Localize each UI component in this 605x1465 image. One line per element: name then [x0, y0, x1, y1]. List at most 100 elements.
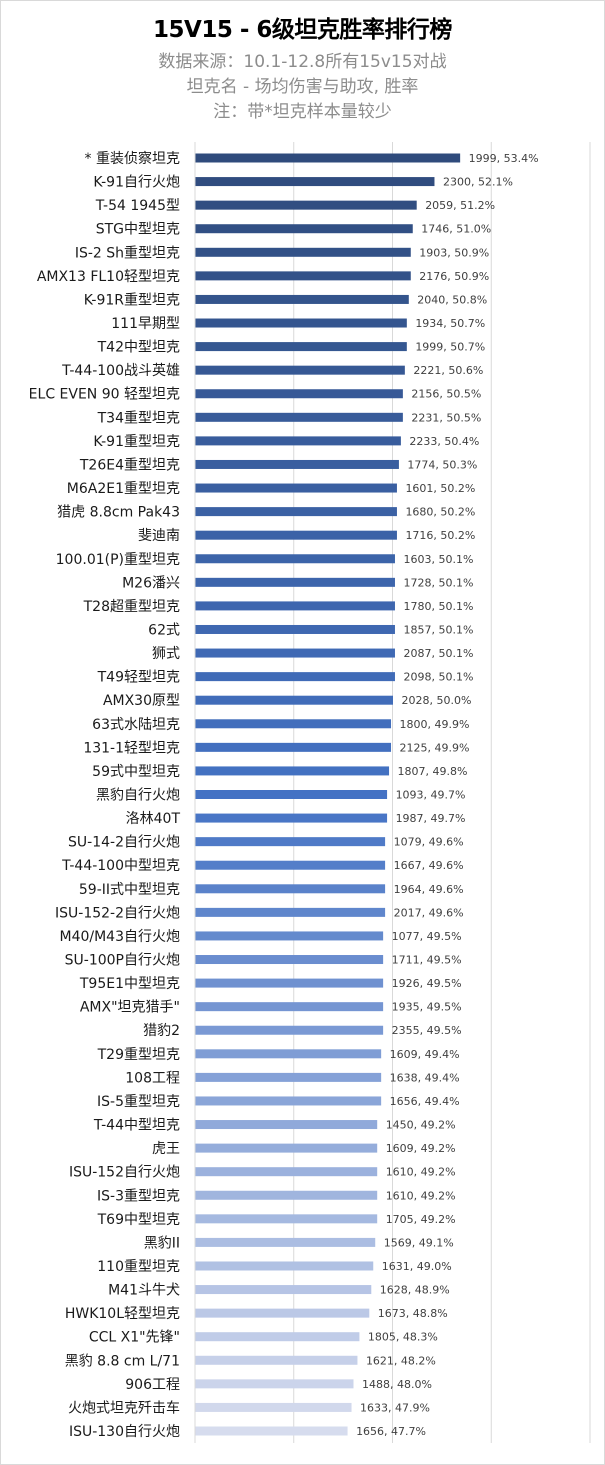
data-label: 1631, 49.0% [382, 1260, 452, 1273]
bar [195, 294, 409, 304]
bar [195, 1285, 372, 1295]
bar [195, 1143, 378, 1153]
category-label: STG中型坦克 [96, 222, 180, 238]
bar [195, 695, 393, 705]
category-label: 62式 [148, 622, 180, 638]
category-label: T95E1中型坦克 [79, 976, 180, 992]
bar [195, 837, 386, 847]
category-label: T26E4重型坦克 [79, 457, 180, 473]
bar [195, 1426, 348, 1436]
bar [195, 389, 403, 399]
data-label: 2028, 50.0% [402, 694, 472, 707]
category-label: T49轻型坦克 [97, 670, 180, 686]
data-label: 1987, 49.7% [396, 812, 466, 825]
category-label: 59式中型坦克 [92, 764, 180, 780]
category-label: 火炮式坦克歼击车 [68, 1399, 180, 1416]
bar-chart: * 重装侦察坦克 K-91自行火炮 T-54 1945型 STG中型坦克 IS-2 Sh… [29, 142, 591, 1443]
category-labels: * 重装侦察坦克 K-91自行火炮 T-54 1945型 STG中型坦克 IS-2 Sh… [29, 150, 181, 1440]
data-label: 1603, 50.1% [403, 553, 473, 566]
bar [195, 271, 411, 281]
category-label: M6A2E1重型坦克 [67, 481, 180, 497]
bar [195, 200, 417, 210]
category-label: 100.01(P)重型坦克 [56, 552, 180, 568]
data-label: 1609, 49.4% [390, 1048, 460, 1061]
category-label: T34重型坦克 [97, 410, 180, 426]
bar [195, 153, 461, 163]
bar [195, 483, 397, 493]
data-label: 1934, 50.7% [415, 317, 485, 330]
category-label: 狮式 [152, 646, 180, 662]
category-label: M40/M43自行火炮 [59, 929, 180, 945]
bar [195, 554, 395, 564]
category-label: AMX"坦克猎手" [80, 1000, 180, 1016]
bar [195, 955, 384, 965]
data-label: 1807, 49.8% [398, 765, 468, 778]
category-label: 131-1轻型坦克 [83, 740, 180, 756]
bar [195, 1355, 358, 1365]
bar [195, 342, 407, 352]
category-label: ISU-152自行火炮 [69, 1165, 180, 1181]
category-label: 906工程 [125, 1377, 180, 1393]
category-label: AMX13 FL10轻型坦克 [37, 269, 180, 285]
data-label: 1800, 49.9% [400, 718, 470, 731]
data-label: 2355, 49.5% [392, 1024, 462, 1037]
bar [195, 931, 384, 941]
data-label: 2087, 50.1% [403, 647, 473, 660]
category-label: T-44中型坦克 [93, 1118, 180, 1134]
bar [195, 1072, 382, 1082]
bar [195, 177, 435, 187]
category-label: 63式水陆坦克 [92, 717, 180, 733]
bar [195, 1120, 378, 1130]
category-label: 59-II式中型坦克 [79, 882, 180, 898]
bar [195, 648, 395, 658]
category-label: T-44-100中型坦克 [61, 858, 180, 874]
bar [195, 766, 390, 776]
data-label: 1633, 47.9% [360, 1401, 430, 1414]
category-label: T-44-100战斗英雄 [61, 362, 180, 379]
category-label: K-91自行火炮 [93, 175, 180, 191]
bar [195, 860, 386, 870]
data-label: 1746, 51.0% [421, 223, 491, 236]
data-label: 1610, 49.2% [386, 1189, 456, 1202]
category-label: AMX30原型 [103, 693, 180, 709]
data-label: 1705, 49.2% [386, 1213, 456, 1226]
category-label: 猎虎 8.8cm Pak43 [57, 505, 180, 521]
category-label: 虎王 [152, 1141, 180, 1157]
bar [195, 907, 386, 917]
category-label: IS-2 Sh重型坦克 [75, 245, 180, 261]
data-label: 1609, 49.2% [386, 1142, 456, 1155]
data-label: 1673, 48.8% [378, 1307, 448, 1320]
category-label: 黑豹自行火炮 [96, 788, 180, 804]
category-label: 黑豹II [144, 1235, 180, 1251]
bar [195, 459, 399, 469]
data-label: 2233, 50.4% [409, 435, 479, 448]
data-label: 1711, 49.5% [392, 954, 462, 967]
data-label: 2176, 50.9% [419, 270, 489, 283]
category-label: ISU-130自行火炮 [69, 1424, 180, 1440]
data-label: 1926, 49.5% [392, 977, 462, 990]
data-label: 1488, 48.0% [362, 1378, 432, 1391]
bar [195, 1002, 384, 1012]
bar [195, 1379, 354, 1389]
category-label: K-91R重型坦克 [84, 292, 180, 308]
category-label: T28超重型坦克 [83, 599, 180, 615]
category-label: T-54 1945型 [95, 198, 180, 214]
data-label: 1680, 50.2% [405, 506, 475, 519]
category-label: ELC EVEN 90 轻型坦克 [29, 387, 180, 403]
data-label: 1903, 50.9% [419, 246, 489, 259]
data-label: 2221, 50.6% [413, 364, 483, 377]
bar [195, 318, 407, 328]
category-label: T42中型坦克 [97, 340, 180, 356]
bar [195, 507, 397, 517]
data-label: 1857, 50.1% [403, 623, 473, 636]
bar [195, 1261, 374, 1271]
data-label: 2300, 52.1% [443, 176, 513, 189]
bar [195, 978, 384, 988]
category-label: 111早期型 [111, 316, 180, 332]
bar [195, 247, 411, 257]
bar [195, 884, 386, 894]
bar [195, 1214, 378, 1224]
bar [195, 1167, 378, 1177]
bar [195, 1237, 376, 1247]
data-label: 1077, 49.5% [392, 930, 462, 943]
